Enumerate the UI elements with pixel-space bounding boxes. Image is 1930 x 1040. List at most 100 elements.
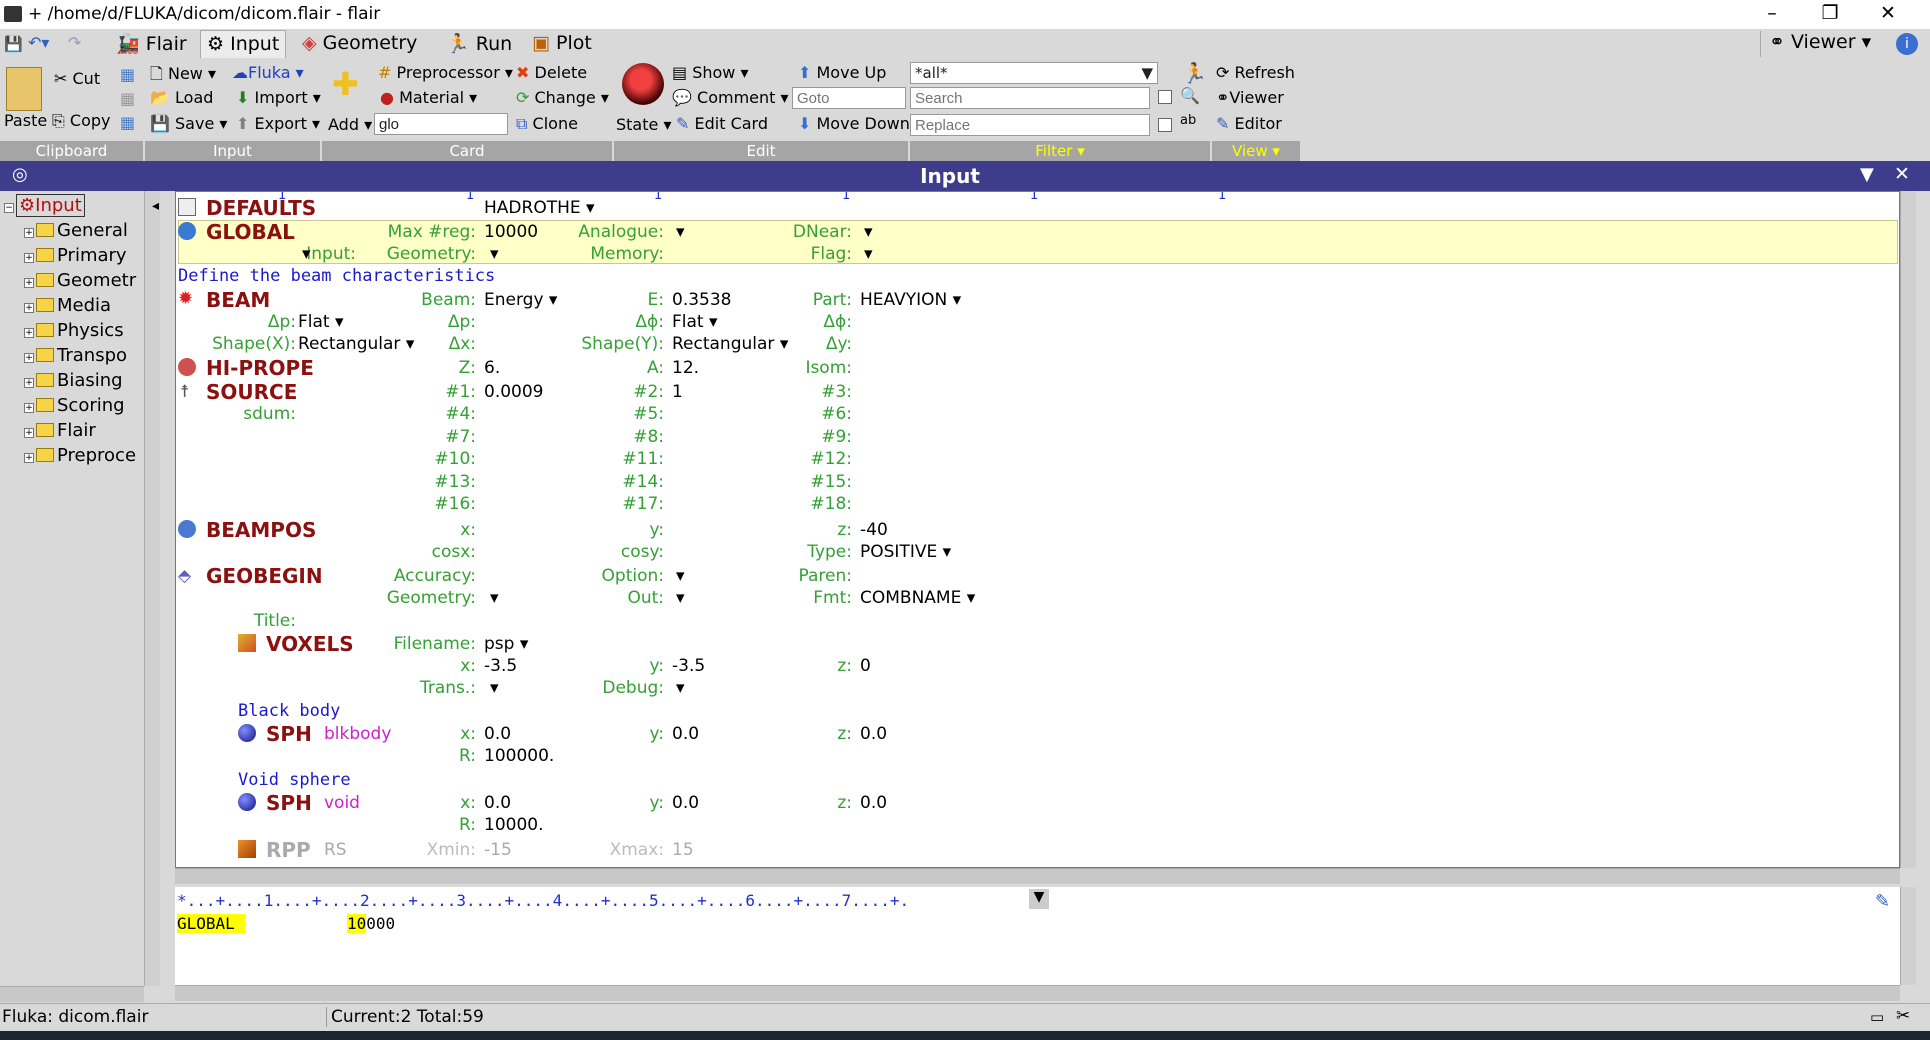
card-beampos[interactable]: BEAMPOS xyxy=(206,518,316,542)
card-rpp[interactable]: RPP xyxy=(266,838,311,862)
input-dropdown[interactable]: ▾ xyxy=(302,244,311,264)
tree-item-flair[interactable]: + Flair xyxy=(24,420,96,441)
close-button[interactable]: ✕ xyxy=(1868,2,1908,24)
select-invert-icon[interactable]: ▦ xyxy=(120,113,135,132)
filter-run-icon[interactable]: 🏃 xyxy=(1182,61,1207,85)
card-editor[interactable]: *...+....1....+....2....+....3....+....4… xyxy=(175,887,1900,985)
new-button[interactable]: 🗋 New ▾ xyxy=(150,63,216,90)
tab-geometry[interactable]: ◈ Geometry xyxy=(296,30,423,58)
voxels-z-value[interactable]: 0 xyxy=(860,656,871,676)
tab-flair[interactable]: 🚂 Flair xyxy=(110,30,193,58)
move-down-button[interactable]: ⬇ Move Down xyxy=(798,114,910,133)
tree-item-physics[interactable]: + Physics xyxy=(24,320,124,341)
tree-scrollbar[interactable] xyxy=(144,191,160,986)
show-button[interactable]: ▤ Show ▾ xyxy=(672,63,749,82)
voxels-x-value[interactable]: -3.5 xyxy=(484,656,517,676)
beam-dp-value[interactable]: Flat ▾ xyxy=(298,312,344,332)
rpp-xmax-value[interactable]: 15 xyxy=(672,840,694,860)
tree-item-transport[interactable]: + Transpo xyxy=(24,345,127,366)
edit-card-button[interactable]: ✎ Edit Card xyxy=(676,114,768,133)
beam-comment[interactable]: Define the beam characteristics xyxy=(178,266,495,286)
source-p2-value[interactable]: 1 xyxy=(672,382,683,402)
card-list-vscroll[interactable] xyxy=(1900,191,1916,868)
sph-void-r-value[interactable]: 10000. xyxy=(484,815,543,835)
hiprope-z-value[interactable]: 6. xyxy=(484,358,500,378)
tree-item-scoring[interactable]: + Scoring xyxy=(24,395,125,416)
load-button[interactable]: 📂 Load xyxy=(150,88,213,107)
tree-item-general[interactable]: + General xyxy=(24,220,128,241)
editor-card-name[interactable]: GLOBAL xyxy=(177,914,245,933)
viewer-menu[interactable]: ⚭ Viewer ▾ xyxy=(1760,31,1871,57)
editor-button[interactable]: ✎ Editor xyxy=(1216,114,1282,133)
voxels-y-value[interactable]: -3.5 xyxy=(672,656,705,676)
hiprope-a-value[interactable]: 12. xyxy=(672,358,699,378)
card-defaults[interactable]: DEFAULTS xyxy=(206,196,316,220)
help-icon[interactable]: i xyxy=(1896,33,1918,55)
sph-blkbody-x-value[interactable]: 0.0 xyxy=(484,724,511,744)
card-list-hscroll[interactable] xyxy=(175,868,1900,884)
card-source[interactable]: SOURCE xyxy=(206,380,297,404)
filter-funnel-icon[interactable]: ▼ xyxy=(1860,164,1874,185)
voxels-debug-dropdown[interactable]: ▾ xyxy=(676,678,685,698)
sph-void-name[interactable]: void xyxy=(324,793,360,813)
paste-button[interactable]: Paste xyxy=(4,111,47,130)
card-geobegin[interactable]: GEOBEGIN xyxy=(206,564,323,588)
beampos-type-value[interactable]: POSITIVE ▾ xyxy=(860,542,951,562)
beam-type-value[interactable]: Energy ▾ xyxy=(484,290,557,310)
search-input[interactable] xyxy=(910,87,1150,109)
beampos-z-value[interactable]: -40 xyxy=(860,520,888,540)
tab-run[interactable]: 🏃 Run xyxy=(440,30,518,58)
view-group[interactable]: View ▾ xyxy=(1212,141,1300,161)
source-p1-value[interactable]: 0.0009 xyxy=(484,382,543,402)
card-global[interactable]: GLOBAL xyxy=(206,220,295,244)
panel-close-icon[interactable]: ✕ xyxy=(1894,163,1910,185)
sph-void-x-value[interactable]: 0.0 xyxy=(484,793,511,813)
card-beam[interactable]: BEAM xyxy=(206,288,270,312)
beam-part-value[interactable]: HEAVYION ▾ xyxy=(860,290,961,310)
clone-button[interactable]: ⧉ Clone xyxy=(516,114,578,134)
sph-blkbody-y-value[interactable]: 0.0 xyxy=(672,724,699,744)
void-comment[interactable]: Void sphere xyxy=(238,770,351,790)
tools-icon[interactable]: ✂ xyxy=(1896,1006,1910,1026)
tree-item-biasing[interactable]: + Biasing xyxy=(24,370,123,391)
comment-button[interactable]: 💬 Comment ▾ xyxy=(672,88,789,107)
sph-blkbody-z-value[interactable]: 0.0 xyxy=(860,724,887,744)
search-regex-checkbox[interactable] xyxy=(1158,90,1172,104)
viewer-button[interactable]: ⚭Viewer xyxy=(1216,88,1284,107)
card-sph-blkbody[interactable]: SPH xyxy=(266,722,312,746)
editor-vscroll[interactable] xyxy=(1900,887,1916,985)
cut-button[interactable]: ✂ Cut xyxy=(54,69,100,88)
copy-button[interactable]: ⎘ Copy xyxy=(52,111,111,131)
delete-button[interactable]: ✖ Delete xyxy=(516,63,587,82)
defaults-value[interactable]: HADROTHE ▾ xyxy=(484,198,595,218)
beam-dphi-value[interactable]: Flat ▾ xyxy=(672,312,718,332)
editor-hscroll[interactable] xyxy=(175,985,1900,1001)
state-icon[interactable] xyxy=(622,63,664,105)
terminal-icon[interactable]: ▭ xyxy=(1870,1008,1884,1026)
replace-checkbox[interactable] xyxy=(1158,118,1172,132)
collapse-tree-icon[interactable]: ◂ xyxy=(152,198,159,214)
tree-hscrollbar[interactable] xyxy=(0,986,144,1002)
beam-e-value[interactable]: 0.3538 xyxy=(672,290,731,310)
state-button[interactable]: State ▾ xyxy=(616,115,671,134)
geobegin-out-dropdown[interactable]: ▾ xyxy=(676,588,685,608)
tree-item-preprocessor[interactable]: + Preproce xyxy=(24,445,136,466)
tree-root-input[interactable]: − ⚙Input xyxy=(4,194,85,217)
refresh-button[interactable]: ⟳ Refresh xyxy=(1216,63,1295,82)
export-button[interactable]: ⬆ Export ▾ xyxy=(236,114,320,133)
select-none-icon[interactable]: ▦ xyxy=(120,89,135,108)
card-hiprope[interactable]: HI-PROPE xyxy=(206,356,314,380)
rpp-name[interactable]: RS xyxy=(324,840,347,860)
card-sph-void[interactable]: SPH xyxy=(266,791,312,815)
maxreg-value[interactable]: 10000 xyxy=(484,222,538,242)
goto-input[interactable] xyxy=(792,87,906,109)
editor-ruler-dropdown[interactable]: ▼ xyxy=(1029,889,1049,909)
filter-select[interactable]: *all* ▼ xyxy=(910,62,1158,84)
add-card-input[interactable] xyxy=(374,113,508,135)
sph-void-z-value[interactable]: 0.0 xyxy=(860,793,887,813)
geobegin-option-dropdown[interactable]: ▾ xyxy=(676,566,685,586)
voxels-trans-dropdown[interactable]: ▾ xyxy=(490,678,499,698)
select-all-icon[interactable]: ▦ xyxy=(120,65,135,84)
geobegin-geometry-dropdown[interactable]: ▾ xyxy=(490,588,499,608)
tree-item-media[interactable]: + Media xyxy=(24,295,111,316)
